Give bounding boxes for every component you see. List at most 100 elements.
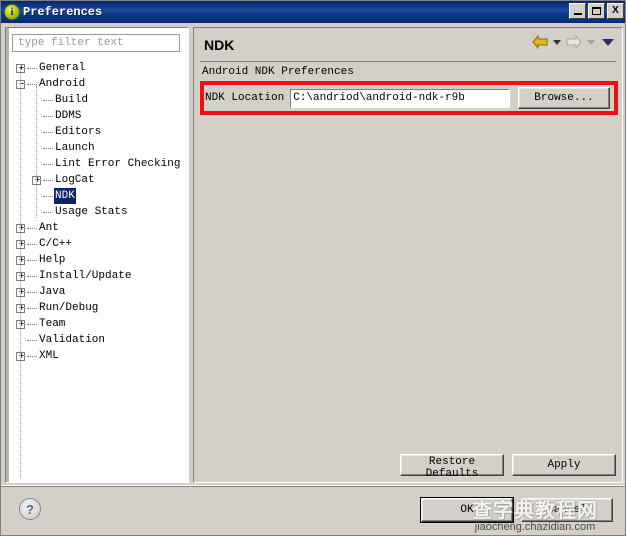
maximize-button[interactable] [588, 3, 605, 19]
tree-connector [43, 115, 53, 117]
sidebar-item-label: General [39, 62, 86, 74]
back-history-chevron-down-icon[interactable] [553, 39, 561, 45]
twisty-glyph: + [19, 318, 24, 328]
sidebar-item-label: Lint Error Checking [55, 158, 181, 170]
forward-history-chevron-down-icon [587, 39, 595, 45]
sidebar-item-build[interactable]: Build [6, 92, 184, 108]
tree-connector [43, 179, 53, 181]
twisty-glyph: + [19, 350, 24, 360]
tree-connector [27, 355, 37, 357]
twisty-glyph: + [19, 222, 24, 232]
twisty-glyph: + [19, 302, 24, 312]
window-controls: X [569, 3, 624, 19]
preferences-tree-pane: + General – Android Build DDMS Editors Launch Li… [5, 27, 189, 483]
sidebar-item-label: DDMS [55, 110, 82, 122]
sidebar-item-label: Run/Debug [39, 302, 99, 314]
sidebar-item-label: Help [39, 254, 66, 266]
sidebar-item-validation[interactable]: Validation [6, 332, 184, 348]
sidebar-item-android[interactable]: – Android [6, 76, 184, 92]
tree-connector [27, 83, 37, 85]
sidebar-item-usage-stats[interactable]: Usage Stats [6, 204, 184, 220]
window-titlebar[interactable]: i Preferences X [1, 1, 625, 23]
sidebar-item-launch[interactable]: Launch [6, 140, 184, 156]
page-menu-chevron-down-icon[interactable] [602, 38, 614, 46]
tree-connector [27, 307, 37, 309]
filter-field-wrapper[interactable] [12, 34, 180, 52]
sidebar-item-label: LogCat [55, 174, 95, 186]
tree-connector [43, 131, 53, 133]
window-title: Preferences [23, 5, 103, 19]
tree-connector [27, 67, 37, 69]
group-label: Android NDK Preferences [202, 66, 354, 78]
close-icon: X [612, 5, 619, 16]
twisty-glyph: + [19, 238, 24, 248]
sidebar-item-ddms[interactable]: DDMS [6, 108, 184, 124]
search-input[interactable] [16, 36, 179, 50]
tree-connector [43, 195, 53, 197]
twisty-glyph: + [19, 62, 24, 72]
sidebar-item-install-update[interactable]: + Install/Update [6, 268, 184, 284]
tree-connector [27, 339, 37, 341]
page-navigation [532, 34, 616, 50]
tree-connector [27, 275, 37, 277]
sidebar-item-label: Android [39, 78, 86, 90]
tree-connector [27, 227, 37, 229]
dialog-footer: ? OK Cancel [1, 485, 625, 535]
twisty-glyph: + [19, 270, 24, 280]
sidebar-item-java[interactable]: + Java [6, 284, 184, 300]
sidebar-item-label: Build [55, 94, 89, 106]
sidebar-item-run-debug[interactable]: + Run/Debug [6, 300, 184, 316]
maximize-icon [592, 7, 601, 15]
header-divider [200, 61, 616, 62]
sidebar-item-label: NDK [54, 188, 76, 204]
minimize-icon [573, 13, 582, 15]
ndk-location-highlight: NDK Location Browse... [200, 81, 618, 115]
tree-connector [27, 291, 37, 293]
tree-connector [27, 323, 37, 325]
sidebar-item-label: Java [39, 286, 66, 298]
ok-button[interactable]: OK [420, 497, 514, 523]
ndk-location-label: NDK Location [205, 92, 285, 104]
footer-divider [1, 486, 625, 487]
sidebar-item-c-c[interactable]: + C/C++ [6, 236, 184, 252]
sidebar-item-logcat[interactable]: + LogCat [6, 172, 184, 188]
sidebar-item-editors[interactable]: Editors [6, 124, 184, 140]
ndk-preference-page: NDK Android NDK Preferences NDK Location… [193, 27, 623, 483]
sidebar-item-label: Ant [39, 222, 59, 234]
browse-button[interactable]: Browse... [518, 87, 610, 109]
cancel-button[interactable]: Cancel [521, 498, 613, 522]
preferences-dialog: i Preferences X + General – Android Build DDM… [0, 0, 626, 536]
page-action-buttons: Restore Defaults Apply [400, 454, 616, 480]
ndk-location-input[interactable] [290, 88, 510, 108]
tree-guide-line [20, 68, 21, 478]
sidebar-item-team[interactable]: + Team [6, 316, 184, 332]
tree-connector [43, 211, 53, 213]
twisty-glyph: + [19, 254, 24, 264]
sidebar-item-ndk[interactable]: NDK [6, 188, 184, 204]
restore-defaults-button[interactable]: Restore Defaults [400, 454, 504, 480]
sidebar-item-general[interactable]: + General [6, 60, 184, 76]
sidebar-item-xml[interactable]: + XML [6, 348, 184, 364]
twisty-glyph: – [19, 78, 24, 88]
sidebar-item-label: Launch [55, 142, 95, 154]
dialog-buttons: OK Cancel [420, 497, 613, 523]
ndk-location-row: NDK Location Browse... [204, 85, 614, 111]
sidebar-item-label: Team [39, 318, 66, 330]
sidebar-item-lint-error-checking[interactable]: Lint Error Checking [6, 156, 184, 172]
preferences-tree[interactable]: + General – Android Build DDMS Editors Launch Li… [6, 60, 184, 482]
minimize-button[interactable] [569, 3, 586, 19]
tree-connector [43, 99, 53, 101]
close-button[interactable]: X [607, 3, 624, 19]
sidebar-item-label: Editors [55, 126, 102, 138]
tree-connector [27, 259, 37, 261]
help-icon[interactable]: ? [19, 498, 41, 520]
sidebar-item-ant[interactable]: + Ant [6, 220, 184, 236]
back-arrow-icon[interactable] [532, 34, 548, 50]
sidebar-item-label: Install/Update [39, 270, 132, 282]
twisty-glyph: + [35, 174, 40, 184]
info-circle-icon: i [4, 4, 20, 20]
twisty-glyph: + [19, 286, 24, 296]
sidebar-item-label: C/C++ [39, 238, 73, 250]
sidebar-item-help[interactable]: + Help [6, 252, 184, 268]
apply-button[interactable]: Apply [512, 454, 616, 476]
